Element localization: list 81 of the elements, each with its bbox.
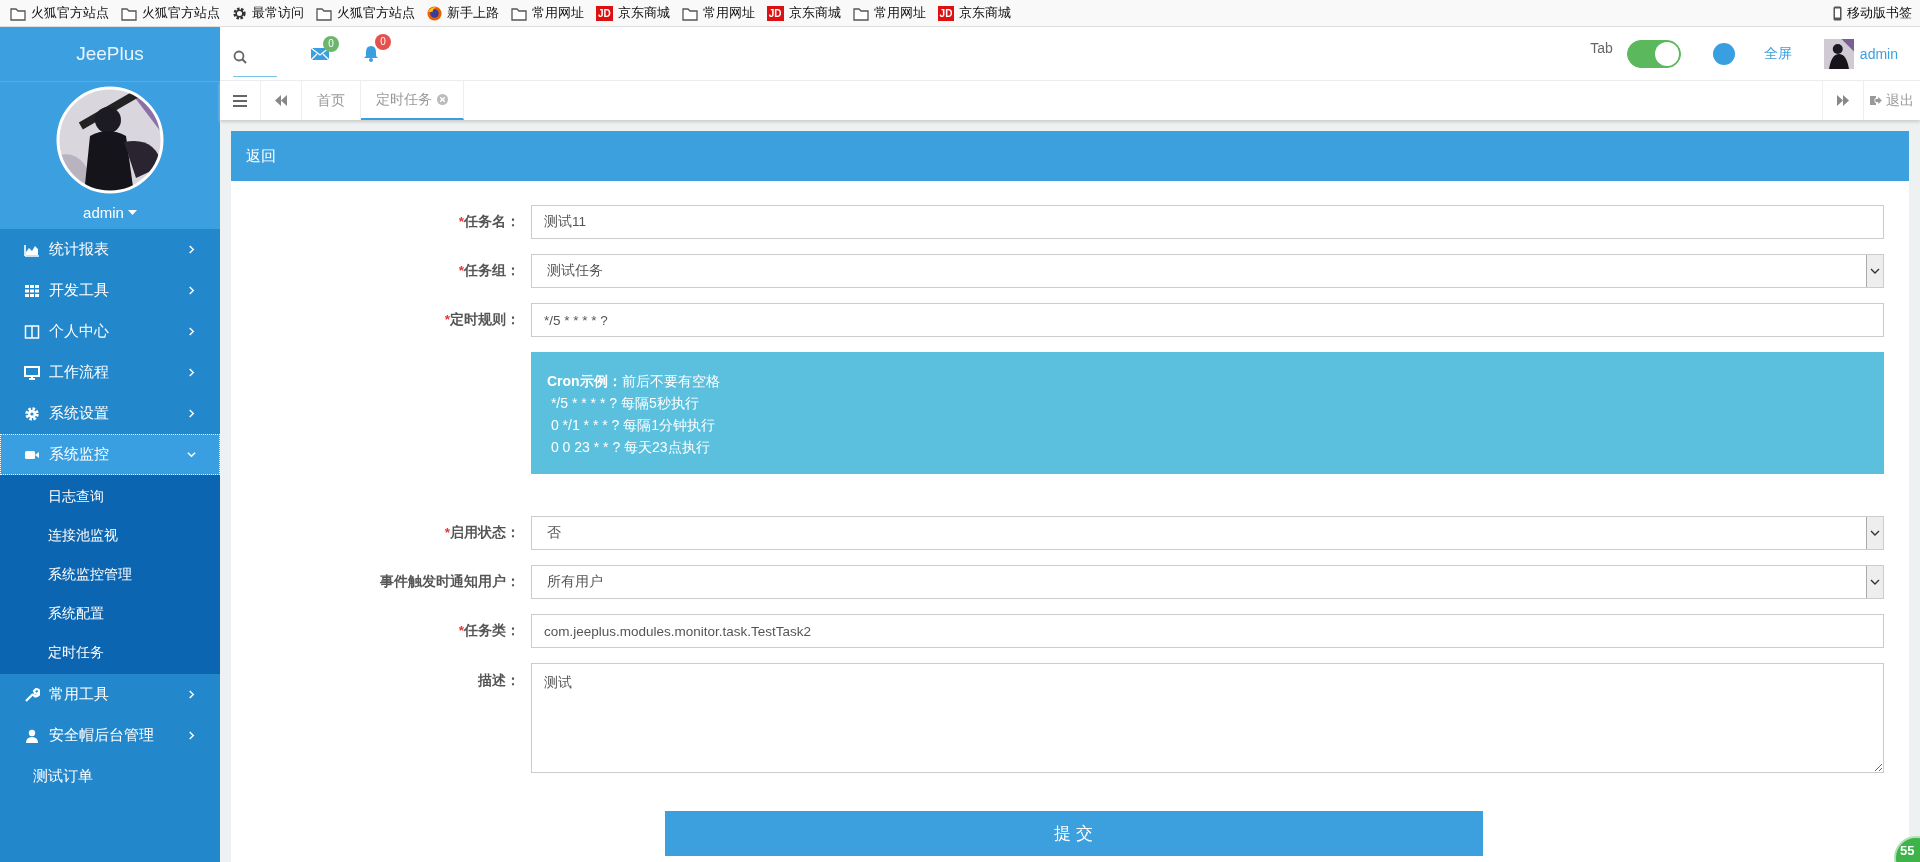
field-label: *任务名：	[458, 213, 520, 231]
mail-icon	[311, 46, 329, 61]
field-label: 描述：	[478, 672, 520, 690]
submenu-item[interactable]: 系统监控管理	[0, 555, 220, 594]
bookmark-link[interactable]: 常用网址	[681, 4, 755, 22]
bookmark-link[interactable]: 火狐官方站点	[10, 4, 109, 22]
bookmark-link[interactable]: 新手上路	[427, 4, 499, 22]
submenu-item[interactable]: 日志查询	[0, 477, 220, 516]
chevron-down-icon	[1870, 578, 1880, 586]
toggle-switch[interactable]	[1626, 39, 1681, 68]
logo-icon: JD	[937, 5, 955, 21]
submenu-item[interactable]: 连接池监视	[0, 516, 220, 555]
user-icon	[24, 727, 40, 744]
columns-icon	[24, 323, 40, 340]
input-field[interactable]: 测试11	[531, 205, 1884, 239]
search-icon	[233, 49, 247, 64]
bookmark-link[interactable]: JD 京东商城	[766, 4, 841, 22]
bookmark-link[interactable]: 火狐官方站点	[316, 4, 415, 22]
count-badge: 0	[375, 34, 391, 50]
hint-text: */5 * * * * ? 每隔5秒执行	[549, 394, 700, 413]
bell-icon	[363, 45, 379, 62]
monitor-icon	[24, 364, 40, 381]
caret-icon	[127, 210, 137, 215]
sign-out-icon	[1870, 95, 1882, 106]
logo-icon: JD	[766, 5, 784, 21]
menu-item[interactable]: 测试订单	[0, 756, 220, 797]
chevron-down-icon	[1870, 267, 1880, 275]
hint-text: 0 */1 * * * ? 每隔1分钟执行	[549, 416, 717, 435]
menu-item[interactable]: 安全帽后台管理	[0, 715, 220, 756]
field-label: *任务类：	[458, 622, 520, 640]
bookmark-link[interactable]: 移动版书签	[1833, 4, 1912, 22]
bookmark-link[interactable]: JD 京东商城	[937, 4, 1012, 22]
folder-icon	[121, 5, 137, 21]
folder-icon	[681, 5, 698, 21]
folder-icon	[852, 5, 869, 21]
page-tab[interactable]: 首页	[302, 81, 361, 120]
submenu-item[interactable]: 系统配置	[0, 594, 220, 633]
submenu-item[interactable]: 定时任务	[0, 633, 220, 672]
bookmark-link[interactable]: 常用网址	[852, 4, 926, 22]
double-right-icon	[1837, 95, 1849, 106]
bookmark-link[interactable]: 最常访问	[232, 4, 304, 22]
field-label: *启用状态：	[444, 524, 520, 542]
hint-text: 0 0 23 * * ? 每天23点执行	[549, 438, 711, 457]
folder-icon	[316, 5, 332, 21]
chevron-down-icon	[1870, 529, 1880, 537]
page-tab[interactable]: 定时任务	[361, 81, 464, 120]
gear-icon	[232, 5, 247, 21]
phone-icon	[1833, 5, 1842, 21]
bookmark-link[interactable]: 火狐官方站点	[121, 4, 220, 22]
select-field[interactable]: 否	[531, 516, 1884, 550]
fullscreen-link[interactable]: 全屏	[1763, 44, 1792, 63]
toggle-label: Tab	[1590, 39, 1613, 56]
field-label: 事件触发时通知用户：	[380, 573, 520, 591]
text-area[interactable]: 测试	[531, 663, 1884, 773]
hint-text: Cron示例：前后不要有空格	[547, 372, 721, 391]
bookmark-link[interactable]: 常用网址	[511, 4, 584, 22]
input-field[interactable]: com.jeeplus.modules.monitor.task.TestTask2	[531, 614, 1884, 648]
logo-icon: JD	[596, 5, 613, 21]
count-badge: 0	[323, 35, 339, 52]
wrench-icon	[24, 686, 40, 703]
logout-button[interactable]: 退出	[1863, 81, 1920, 120]
folder-icon	[10, 5, 26, 21]
input-field[interactable]: */5 * * * * ?	[531, 303, 1884, 337]
bookmark-link[interactable]: JD 京东商城	[596, 4, 670, 22]
select-field[interactable]: 所有用户	[531, 565, 1884, 599]
field-label: *定时规则：	[444, 311, 520, 329]
theme-color-dot[interactable]	[1712, 42, 1735, 65]
settings-icon	[24, 405, 40, 422]
menu-item[interactable]: 个人中心	[0, 311, 220, 352]
grid-icon	[24, 282, 40, 299]
field-label: *任务组：	[458, 262, 520, 280]
menu-item[interactable]: 系统设置	[0, 393, 220, 434]
menu-item[interactable]: 开发工具	[0, 270, 220, 311]
select-field[interactable]: 测试任务	[531, 254, 1884, 288]
menu-item[interactable]: 工作流程	[0, 352, 220, 393]
double-left-icon	[275, 95, 287, 106]
menu-item[interactable]: 统计报表	[0, 229, 220, 270]
menu-icon	[233, 94, 247, 107]
folder-icon	[511, 5, 527, 21]
menu-item[interactable]: 常用工具	[0, 674, 220, 715]
globe-icon	[427, 5, 442, 21]
